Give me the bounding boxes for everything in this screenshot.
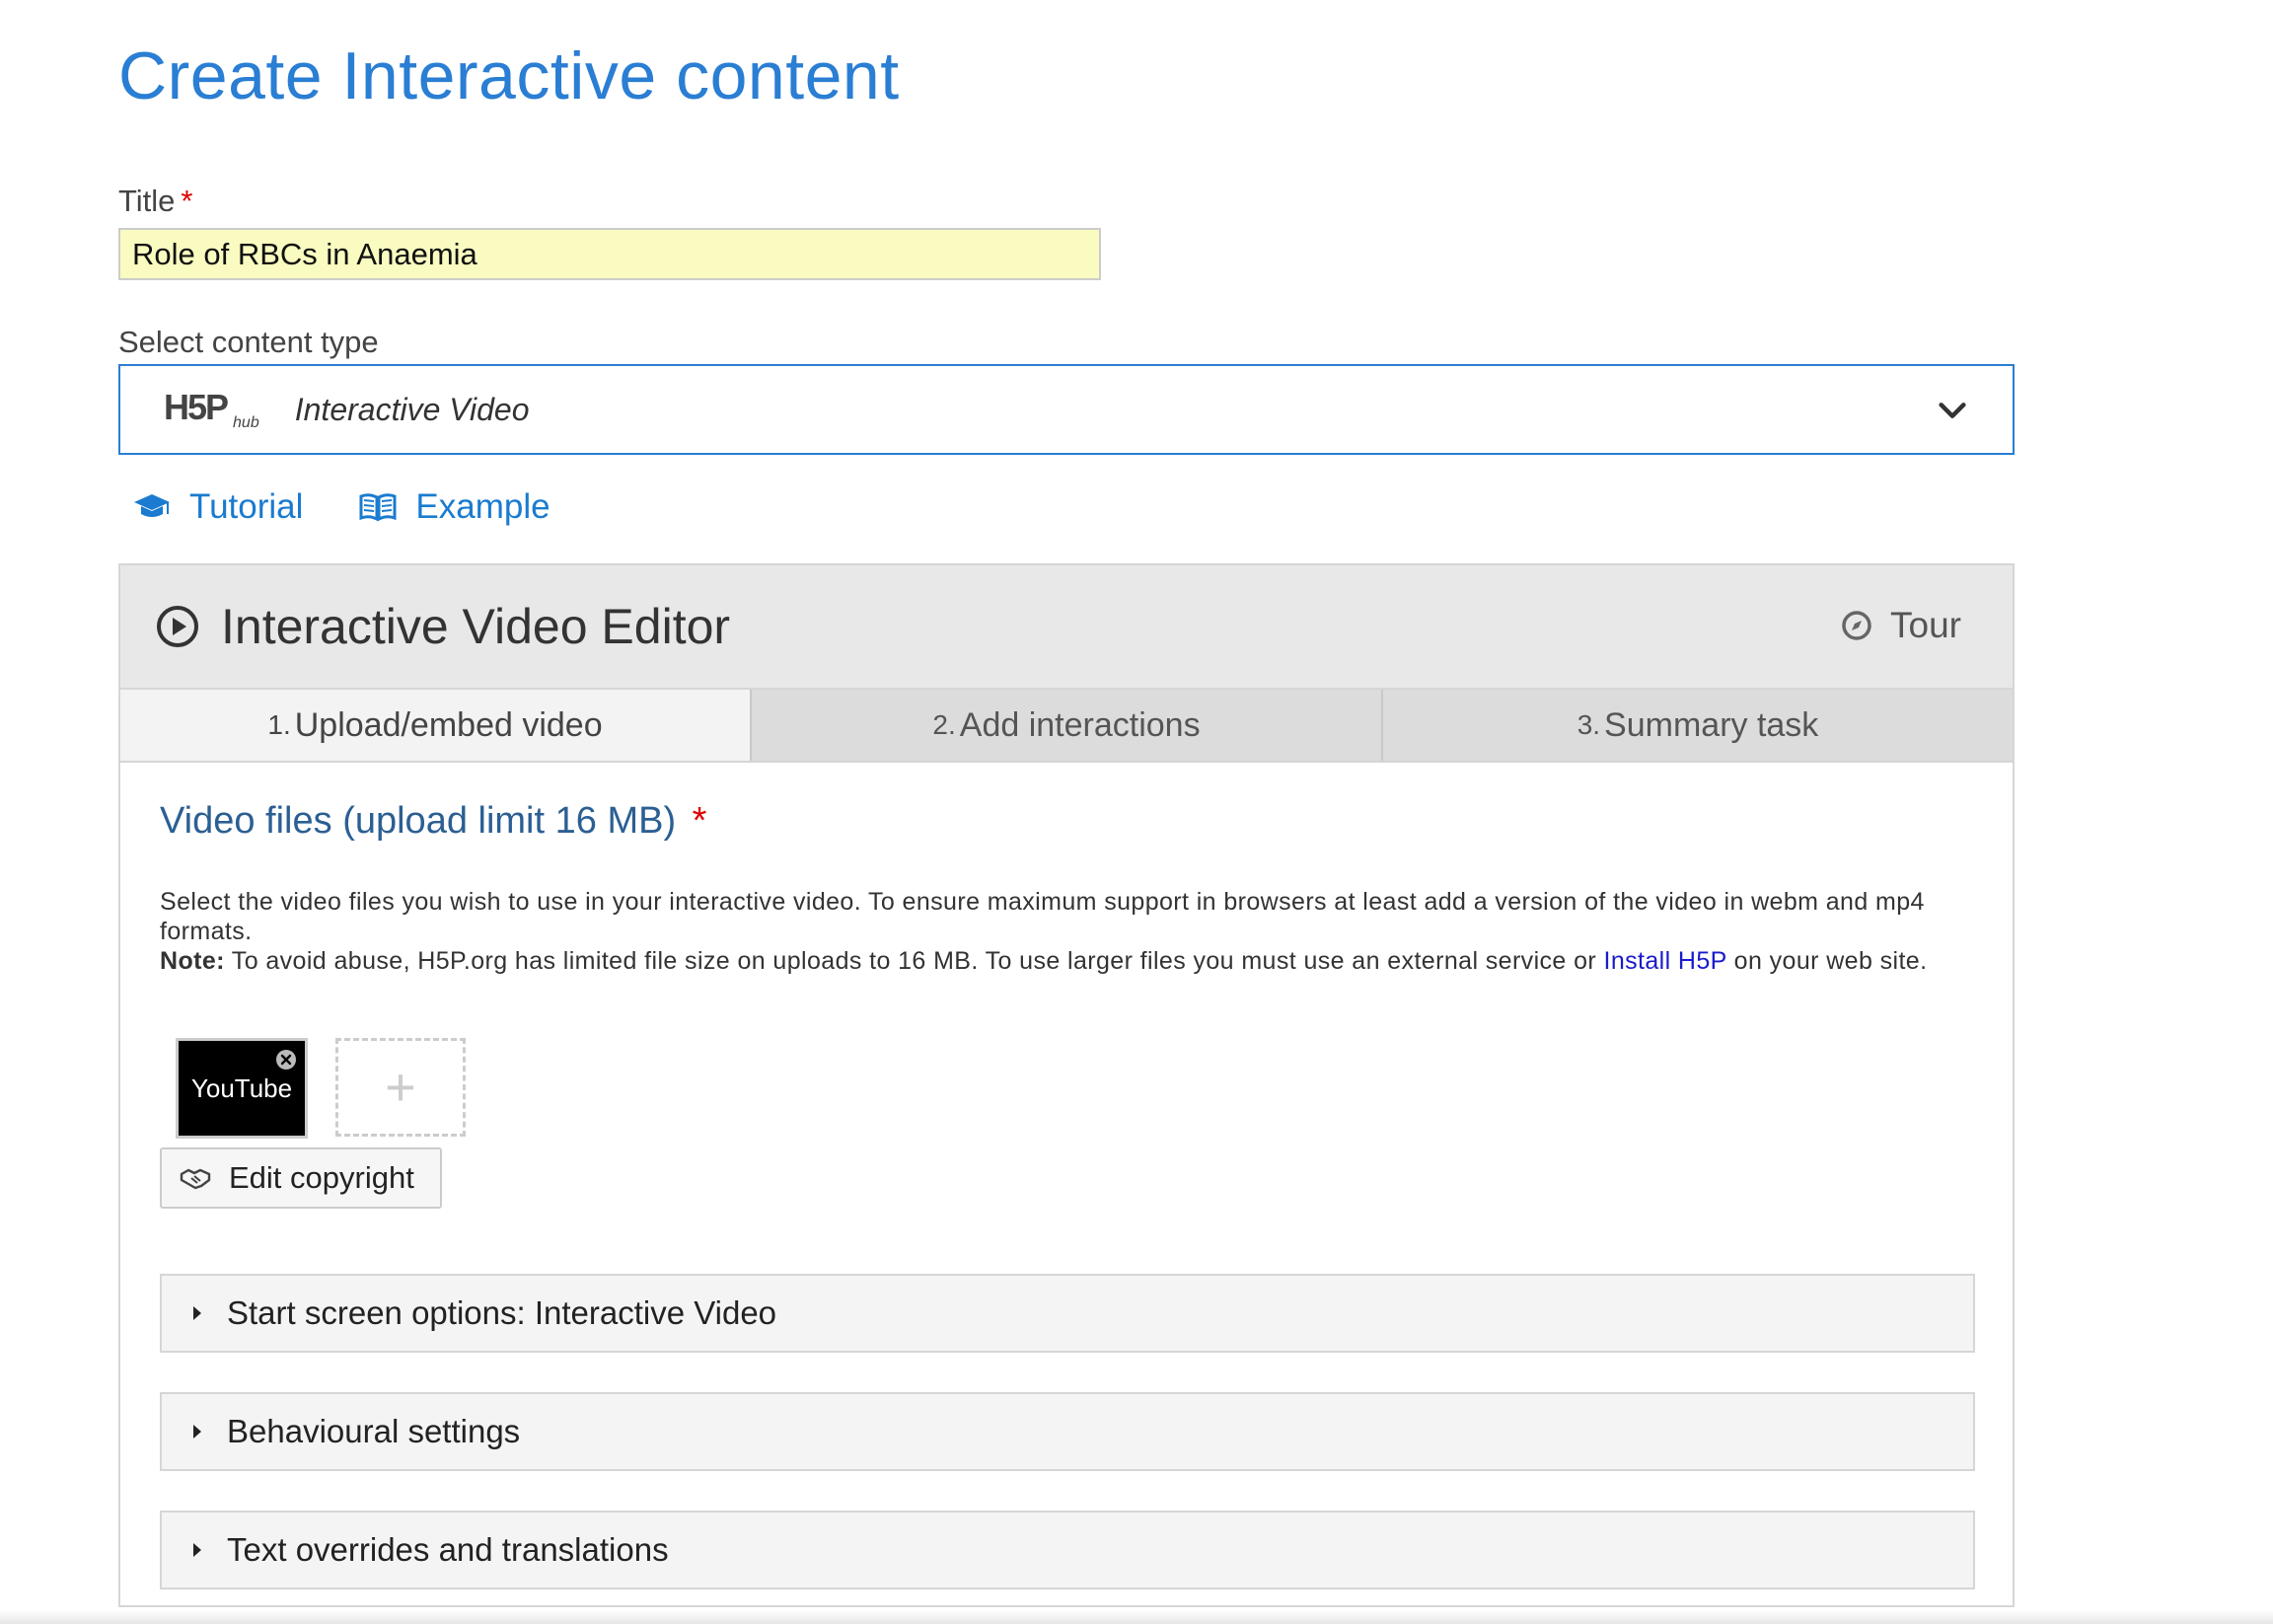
video-files-heading: Video files (upload limit 16 MB) * xyxy=(160,800,706,843)
content-type-label: Select content type xyxy=(118,325,379,359)
editor-title: Interactive Video Editor xyxy=(221,599,731,654)
editor-tabs: 1. Upload/embed video 2. Add interactions … xyxy=(120,690,2013,763)
title-label-text: Title xyxy=(118,184,176,218)
page-title: Create Interactive content xyxy=(118,38,900,113)
caret-right-icon xyxy=(193,1425,201,1439)
youtube-label: YouTube xyxy=(190,1072,293,1103)
open-book-icon xyxy=(359,493,397,522)
tour-label: Tour xyxy=(1890,605,1961,645)
bottom-shade xyxy=(0,1610,2273,1624)
handshake-icon xyxy=(180,1168,211,1190)
edit-copyright-label: Edit copyright xyxy=(229,1160,414,1195)
chevron-down-icon[interactable] xyxy=(1936,394,1969,427)
tab-label: Add interactions xyxy=(959,705,1201,744)
video-files-description: Select the video files you wish to use i… xyxy=(160,887,1985,976)
h5p-logo-text: H5P xyxy=(164,386,229,427)
youtube-video-thumbnail[interactable]: YouTube xyxy=(176,1038,308,1139)
group-label: Text overrides and translations xyxy=(227,1531,669,1568)
note-tail: on your web site. xyxy=(1733,947,1928,975)
compass-icon xyxy=(1842,611,1871,640)
example-link[interactable]: Example xyxy=(358,487,550,527)
required-mark: * xyxy=(181,184,193,218)
group-label: Behavioural settings xyxy=(227,1413,521,1449)
add-video-button[interactable]: + xyxy=(335,1038,466,1137)
interactive-video-editor: Interactive Video Editor Tour 1. Upload/e… xyxy=(118,563,2015,1607)
h5p-hub-logo: H5P hub xyxy=(164,387,259,432)
close-icon[interactable] xyxy=(275,1049,297,1070)
tab-number: 3. xyxy=(1576,709,1601,740)
tab-add-interactions[interactable]: 2. Add interactions xyxy=(752,690,1383,761)
example-label: Example xyxy=(415,487,550,526)
tab-label: Summary task xyxy=(1604,705,1819,744)
title-label: Title * xyxy=(118,184,193,219)
tab-number: 1. xyxy=(267,709,291,740)
tour-button[interactable]: Tour xyxy=(1841,605,1961,646)
group-label: Start screen options: Interactive Video xyxy=(227,1294,777,1331)
edit-copyright-button[interactable]: Edit copyright xyxy=(160,1147,442,1209)
editor-header: Interactive Video Editor Tour xyxy=(120,565,2013,690)
text-overrides-group[interactable]: Text overrides and translations xyxy=(160,1511,1975,1589)
tab-summary-task[interactable]: 3. Summary task xyxy=(1383,690,2013,761)
caret-right-icon xyxy=(193,1543,201,1557)
caret-right-icon xyxy=(193,1306,201,1320)
graduation-cap-icon xyxy=(134,494,170,517)
description-text: Select the video files you wish to use i… xyxy=(160,888,1925,945)
start-screen-options-group[interactable]: Start screen options: Interactive Video xyxy=(160,1274,1975,1353)
tab-upload-embed-video[interactable]: 1. Upload/embed video xyxy=(120,690,752,761)
tutorial-link[interactable]: Tutorial xyxy=(132,487,303,527)
note-label: Note: xyxy=(160,947,225,975)
install-h5p-link[interactable]: Install H5P xyxy=(1603,947,1726,975)
tab-label: Upload/embed video xyxy=(294,705,603,744)
h5p-logo-sub: hub xyxy=(233,414,259,432)
content-type-select[interactable]: H5P hub Interactive Video xyxy=(118,364,2015,455)
title-input[interactable] xyxy=(118,228,1101,280)
video-files-title: Video files (upload limit 16 MB) xyxy=(160,800,677,842)
play-circle-icon xyxy=(157,606,198,647)
required-mark: * xyxy=(692,800,707,842)
behavioural-settings-group[interactable]: Behavioural settings xyxy=(160,1392,1975,1471)
tutorial-label: Tutorial xyxy=(189,487,304,526)
help-links: Tutorial Example xyxy=(132,487,550,527)
content-type-value: Interactive Video xyxy=(294,391,530,427)
note-text: To avoid abuse, H5P.org has limited file… xyxy=(231,947,1597,975)
tab-number: 2. xyxy=(932,709,956,740)
